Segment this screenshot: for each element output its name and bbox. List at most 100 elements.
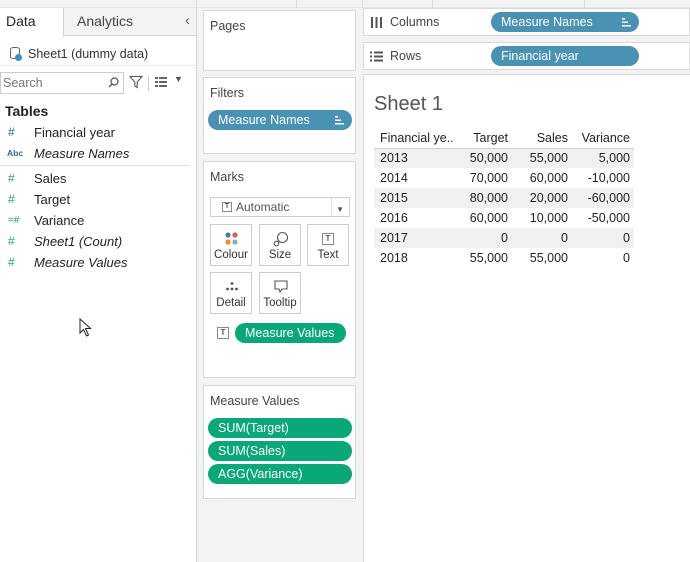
filter-pill-measure-names[interactable]: Measure Names [208, 110, 352, 130]
columns-pill-measure-names[interactable]: Measure Names [491, 12, 639, 32]
tab-data[interactable]: Data [0, 8, 64, 37]
cell-target[interactable]: 80,000 [456, 188, 512, 208]
tab-analytics[interactable]: Analytics [70, 8, 170, 36]
cell-sales[interactable]: 0 [512, 228, 572, 248]
pill-label: Measure Names [501, 15, 593, 29]
filter-icon[interactable] [129, 75, 143, 89]
cell-sales[interactable]: 20,000 [512, 188, 572, 208]
text-abc-icon: Abc [7, 148, 24, 158]
row-header-year[interactable]: 2016 [374, 208, 456, 228]
row-header-year[interactable]: 2014 [374, 168, 456, 188]
table-row[interactable]: 2015 80,000 20,000 -60,000 [374, 188, 634, 208]
filter-list-icon [335, 116, 344, 125]
datasource-item[interactable]: Sheet1 (dummy data) [0, 36, 196, 66]
toolbar-divider [148, 75, 149, 91]
datasource-icon [10, 46, 22, 61]
filters-card[interactable]: Filters Measure Names [203, 77, 356, 154]
text-mark-icon: T [322, 233, 334, 245]
cell-target[interactable]: 60,000 [456, 208, 512, 228]
cell-sales[interactable]: 55,000 [512, 248, 572, 268]
detail-label: Detail [216, 297, 246, 309]
number-icon: # [8, 125, 15, 139]
field-label: Variance [34, 213, 85, 228]
cell-target[interactable]: 0 [456, 228, 512, 248]
strip-divider [296, 0, 297, 8]
mark-type-dropdown[interactable]: T Automatic ▼ [210, 197, 350, 217]
dimensions-measures-divider [0, 165, 190, 166]
column-header-sales[interactable]: Sales [512, 128, 572, 149]
table-row[interactable]: 2013 50,000 55,000 5,000 [374, 148, 634, 168]
row-header-year[interactable]: 2018 [374, 248, 456, 268]
table-row[interactable]: 2017 0 0 0 [374, 228, 634, 248]
data-pane: Data Analytics ‹ Sheet1 (dummy data) ▼ T… [0, 8, 197, 562]
colour-button[interactable]: Colour [210, 224, 252, 266]
columns-icon [371, 17, 382, 28]
cell-sales[interactable]: 55,000 [512, 148, 572, 168]
field-label: Sales [34, 171, 67, 186]
cell-target[interactable]: 50,000 [456, 148, 512, 168]
column-header-financial-year[interactable]: Financial ye.. [374, 128, 456, 149]
pill-label: AGG(Variance) [218, 467, 303, 481]
chevron-down-icon: ▼ [336, 205, 344, 214]
view-list-icon[interactable] [155, 77, 167, 87]
rows-shelf[interactable]: Rows Financial year [363, 42, 690, 70]
field-financial-year[interactable]: # Financial year [0, 122, 196, 143]
pages-title: Pages [210, 19, 246, 33]
marks-text-pill-measure-values[interactable]: Measure Values [235, 323, 346, 343]
field-label: Target [34, 192, 71, 207]
table-row[interactable]: 2014 70,000 60,000 -10,000 [374, 168, 634, 188]
datasource-label: Sheet1 (dummy data) [28, 46, 149, 61]
top-toolbar-strip [0, 0, 690, 8]
cell-variance[interactable]: -50,000 [572, 208, 634, 228]
cell-variance[interactable]: 0 [572, 248, 634, 268]
search-input[interactable] [1, 73, 101, 93]
field-measure-values[interactable]: # Measure Values [0, 252, 196, 273]
column-header-target[interactable]: Target [456, 128, 512, 149]
colour-palette-icon [225, 232, 238, 245]
row-header-year[interactable]: 2013 [374, 148, 456, 168]
text-button[interactable]: T Text [307, 224, 349, 266]
detail-button[interactable]: Detail [210, 272, 252, 314]
strip-divider [196, 0, 197, 8]
mouse-cursor-icon [79, 318, 92, 337]
collapse-pane-icon[interactable]: ‹ [185, 12, 190, 29]
column-header-variance[interactable]: Variance [572, 128, 634, 149]
tooltip-button[interactable]: Tooltip [259, 272, 301, 314]
pages-card[interactable]: Pages [203, 10, 356, 71]
field-measure-names[interactable]: Abc Measure Names [0, 143, 196, 164]
table-row[interactable]: 2016 60,000 10,000 -50,000 [374, 208, 634, 228]
field-target[interactable]: # Target [0, 189, 196, 210]
row-header-year[interactable]: 2015 [374, 188, 456, 208]
chevron-down-icon[interactable]: ▼ [174, 74, 183, 84]
field-search-box [0, 72, 124, 94]
cell-variance[interactable]: 0 [572, 228, 634, 248]
columns-shelf[interactable]: Columns Measure Names [363, 8, 690, 36]
size-button[interactable]: Size [259, 224, 301, 266]
pill-label: SUM(Sales) [218, 444, 286, 458]
cell-sales[interactable]: 60,000 [512, 168, 572, 188]
search-icon[interactable] [108, 77, 119, 88]
field-label: Measure Names [34, 146, 130, 161]
cell-variance[interactable]: 5,000 [572, 148, 634, 168]
table-row[interactable]: 2018 55,000 55,000 0 [374, 248, 634, 268]
field-variance[interactable]: =# Variance [0, 210, 196, 231]
text-label: Text [317, 249, 339, 261]
text-mark-icon: T [222, 202, 232, 212]
measure-pill-variance[interactable]: AGG(Variance) [208, 464, 352, 484]
crosstab-table: Financial ye.. Target Sales Variance 201… [374, 128, 634, 268]
rows-icon [370, 51, 383, 62]
number-icon: # [8, 192, 15, 206]
measure-pill-sales[interactable]: SUM(Sales) [208, 441, 352, 461]
cell-target[interactable]: 55,000 [456, 248, 512, 268]
cell-target[interactable]: 70,000 [456, 168, 512, 188]
row-header-year[interactable]: 2017 [374, 228, 456, 248]
cell-variance[interactable]: -10,000 [572, 168, 634, 188]
tables-heading: Tables [5, 103, 49, 119]
measure-pill-target[interactable]: SUM(Target) [208, 418, 352, 438]
rows-pill-financial-year[interactable]: Financial year [491, 46, 639, 66]
cell-sales[interactable]: 10,000 [512, 208, 572, 228]
field-sales[interactable]: # Sales [0, 168, 196, 189]
colour-label: Colour [214, 249, 248, 261]
field-sheet1-count[interactable]: # Sheet1 (Count) [0, 231, 196, 252]
cell-variance[interactable]: -60,000 [572, 188, 634, 208]
